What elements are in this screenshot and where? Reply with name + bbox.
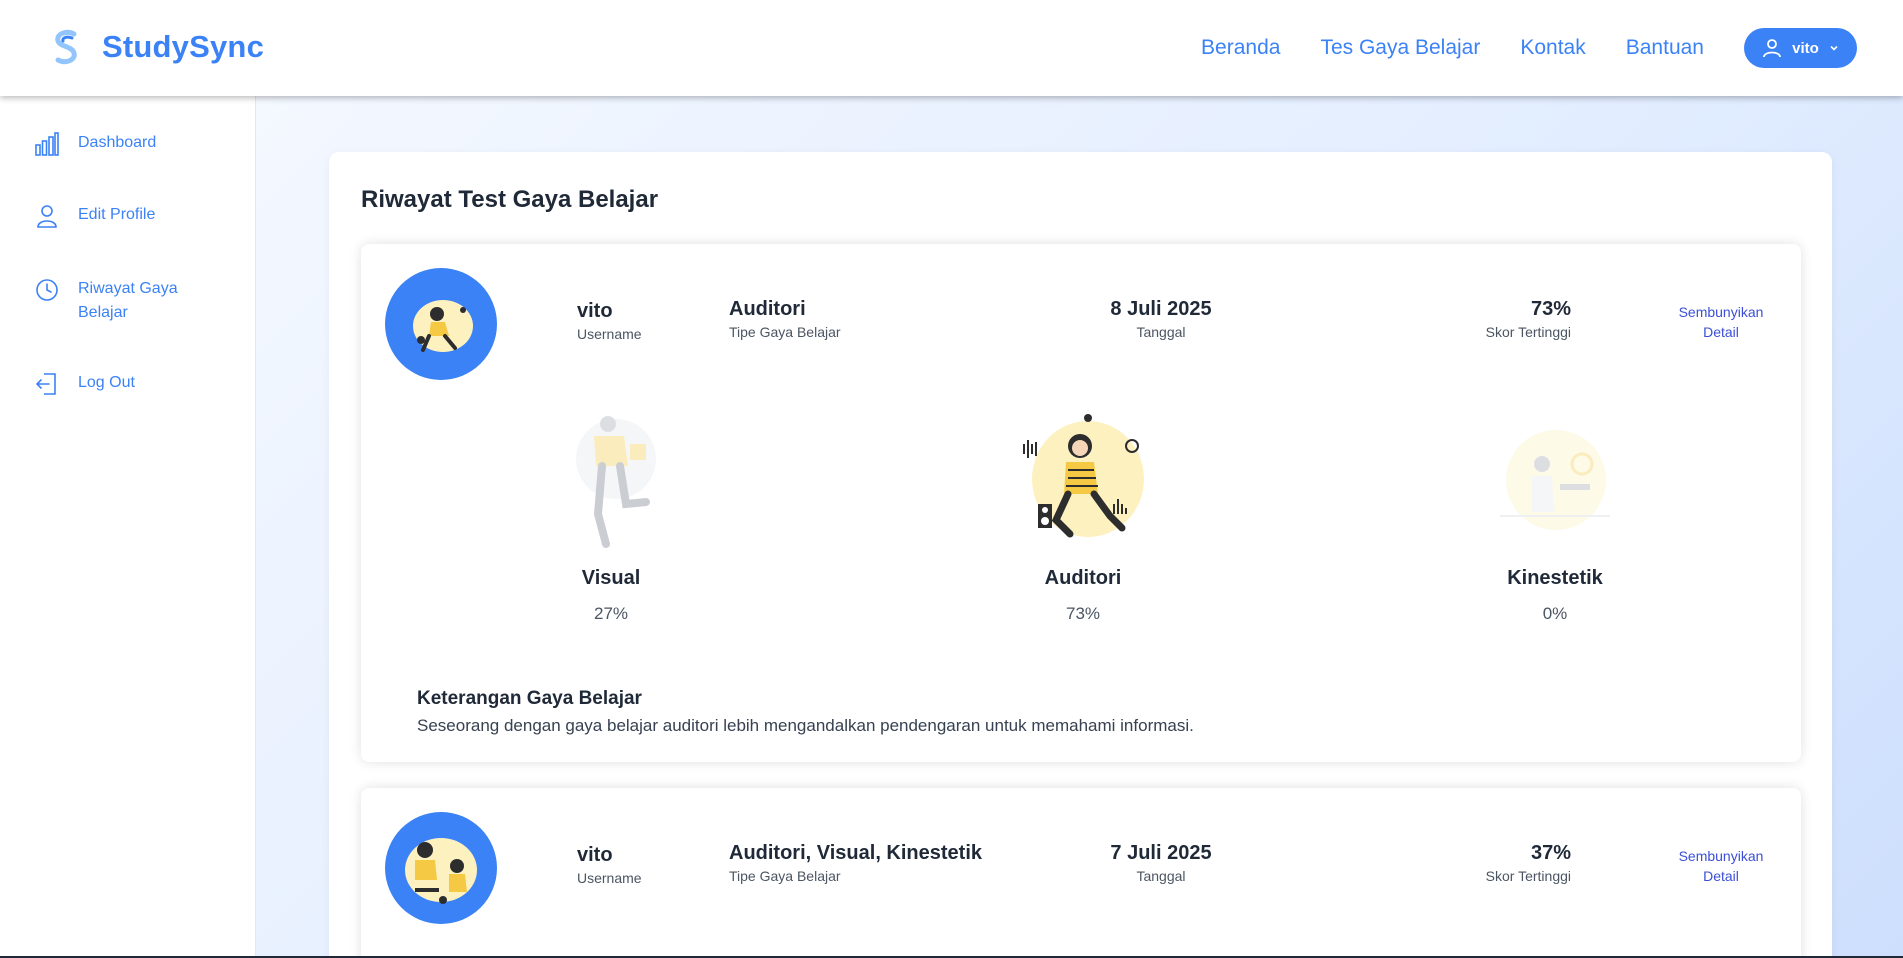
- learning-type-label: Tipe Gaya Belajar: [729, 868, 841, 884]
- learning-style-avatar: [385, 812, 497, 924]
- brand-name: StudySync: [102, 29, 265, 64]
- date-value: 7 Juli 2025: [1110, 842, 1212, 864]
- hide-detail-link[interactable]: Sembunyikan Detail: [1671, 846, 1771, 886]
- user-menu-name: vito: [1792, 39, 1819, 57]
- score-info: 73% Skor Tertinggi: [1421, 298, 1571, 340]
- learning-type-value: Auditori, Visual, Kinestetik: [729, 842, 983, 864]
- logout-icon: [35, 373, 56, 395]
- style-name: Visual: [581, 567, 641, 589]
- username-value: vito: [577, 844, 613, 866]
- score-label: Skor Tertinggi: [1485, 868, 1571, 884]
- visual-illustration-icon: [576, 416, 656, 548]
- style-name: Auditori: [1044, 567, 1122, 589]
- date-info: 7 Juli 2025 Tanggal: [1101, 842, 1221, 884]
- style-name: Kinestetik: [1507, 567, 1603, 589]
- username-value: vito: [577, 300, 613, 322]
- style-auditori: Auditori 73%: [983, 404, 1183, 624]
- learning-type-label: Tipe Gaya Belajar: [729, 324, 841, 340]
- sidebar-item-edit-profile[interactable]: Edit Profile: [34, 203, 198, 229]
- score-label: Skor Tertinggi: [1485, 324, 1571, 340]
- sidebar-item-dashboard[interactable]: Dashboard: [34, 131, 198, 157]
- sidebar-item-label: Log Out: [78, 374, 135, 391]
- nav-link-kontak[interactable]: Kontak: [1520, 36, 1585, 60]
- score-value: 73%: [1530, 298, 1571, 320]
- learning-type-info: Auditori Tipe Gaya Belajar: [729, 298, 841, 340]
- username-info: vito Username: [577, 844, 642, 886]
- hide-detail-link[interactable]: Sembunyikan Detail: [1671, 302, 1771, 342]
- sidebar-item-label: Dashboard: [78, 134, 157, 151]
- style-percent: 27%: [593, 604, 629, 623]
- chevron-down-icon: [1830, 45, 1838, 51]
- learning-style-avatar: [385, 268, 497, 380]
- user-menu-button[interactable]: vito: [1744, 28, 1857, 68]
- username-label: Username: [577, 870, 642, 886]
- description-text: Seseorang dengan gaya belajar auditori l…: [417, 716, 1194, 735]
- date-value: 8 Juli 2025: [1110, 298, 1212, 320]
- date-label: Tanggal: [1136, 868, 1186, 884]
- history-panel: Riwayat Test Gaya Belajar vito Username …: [329, 152, 1832, 958]
- score-value: 37%: [1530, 842, 1571, 864]
- clock-icon: [36, 279, 58, 301]
- style-percent: 73%: [1065, 604, 1101, 623]
- user-icon: [37, 205, 57, 228]
- nav-link-bantuan[interactable]: Bantuan: [1626, 36, 1704, 60]
- style-visual: Visual 27%: [511, 404, 711, 624]
- auditory-avatar-icon: [413, 300, 473, 352]
- user-icon: [1763, 39, 1782, 58]
- date-label: Tanggal: [1136, 324, 1186, 340]
- username-info: vito Username: [577, 300, 642, 342]
- date-info: 8 Juli 2025 Tanggal: [1101, 298, 1221, 340]
- mixed-style-avatar-icon: [405, 838, 477, 904]
- brand[interactable]: StudySync: [52, 28, 264, 66]
- main-nav: Beranda Tes Gaya Belajar Kontak Bantuan …: [1201, 28, 1857, 68]
- top-navbar: StudySync Beranda Tes Gaya Belajar Konta…: [0, 0, 1903, 96]
- learning-type-info: Auditori, Visual, Kinestetik Tipe Gaya B…: [729, 842, 982, 884]
- sidebar-item-label: Riwayat Gaya Belajar: [78, 280, 178, 321]
- studysync-logo-icon: [55, 29, 77, 65]
- history-card: vito Username Auditori, Visual, Kinestet…: [361, 788, 1801, 958]
- style-kinestetik: Kinestetik 0%: [1455, 404, 1655, 624]
- nav-link-tes-gaya-belajar[interactable]: Tes Gaya Belajar: [1320, 36, 1480, 60]
- sidebar-item-label: Edit Profile: [78, 206, 156, 223]
- sidebar: Dashboard Edit Profile Riwayat Gaya Bela…: [0, 96, 256, 958]
- main-content: Riwayat Test Gaya Belajar vito Username …: [256, 96, 1903, 958]
- history-card: vito Username Auditori Tipe Gaya Belajar…: [361, 244, 1801, 762]
- description-title: Keterangan Gaya Belajar: [417, 688, 642, 709]
- learning-type-value: Auditori: [729, 298, 806, 320]
- style-percent: 0%: [1542, 604, 1568, 623]
- bar-chart-icon: [35, 132, 59, 156]
- sidebar-item-riwayat-gaya-belajar[interactable]: Riwayat Gaya Belajar: [34, 277, 198, 325]
- kinesthetic-illustration-icon: [1500, 430, 1610, 530]
- username-label: Username: [577, 326, 642, 342]
- auditory-illustration-icon: [1023, 414, 1144, 538]
- nav-link-beranda[interactable]: Beranda: [1201, 36, 1280, 60]
- sidebar-item-log-out[interactable]: Log Out: [34, 371, 198, 397]
- score-info: 37% Skor Tertinggi: [1421, 842, 1571, 884]
- page-title: Riwayat Test Gaya Belajar: [361, 186, 659, 213]
